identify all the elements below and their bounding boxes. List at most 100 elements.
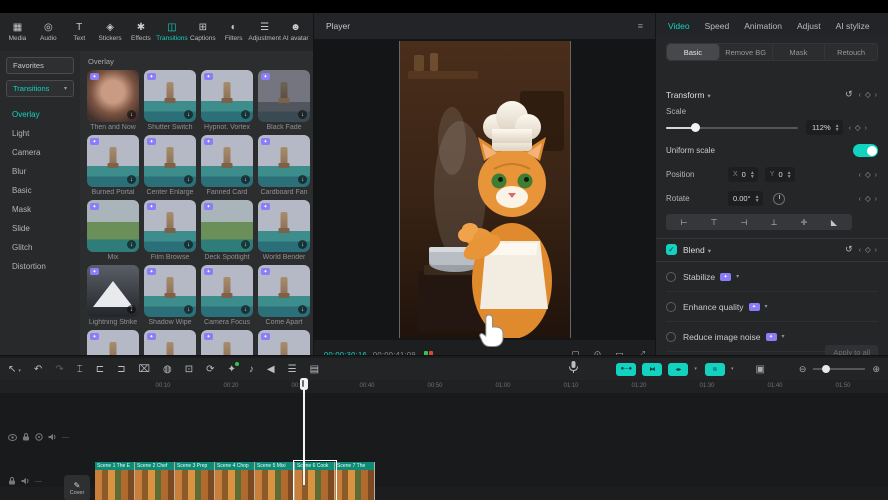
split-icon[interactable]: ⌶ (77, 364, 83, 375)
subtab-mask[interactable]: Mask (773, 44, 826, 60)
position-x-input[interactable]: X 0 ▲▼ (728, 167, 758, 182)
transition-item-hypnot-vortex[interactable]: ✦↓Hypnot. Vortex (201, 70, 253, 131)
mixer-icon[interactable]: ☰ (288, 364, 297, 375)
align-icon-3[interactable]: ⊣ (730, 218, 758, 227)
toolbar-item-text[interactable]: TText (64, 22, 95, 42)
align-icon-1[interactable]: ⊢ (670, 218, 698, 227)
transition-item-lightning-strike[interactable]: ✦↓Lightning Strike (87, 265, 139, 326)
rotate-input[interactable]: 0.00° ▲▼ (728, 191, 763, 206)
hide-track-icon[interactable] (8, 434, 17, 441)
video-preview[interactable] (399, 41, 571, 338)
blend-keyframe[interactable]: ‹ ◇ › (859, 245, 878, 254)
sidebar-item-distortion[interactable]: Distortion (0, 257, 80, 276)
keyframe-control[interactable]: ‹ ◇ › (859, 90, 878, 99)
playhead[interactable] (303, 378, 305, 485)
timeline-clip-scene-2-chef[interactable]: Scene 2 Chef (135, 462, 175, 500)
transition-item-world-bender[interactable]: ✦↓World Bender (258, 200, 310, 261)
transition-item-black-fade[interactable]: ✦↓Black Fade (258, 70, 310, 131)
sidebar-item-light[interactable]: Light (0, 124, 80, 143)
toolbar-item-audio[interactable]: ◎Audio (33, 22, 64, 42)
zoom-in-icon[interactable]: ⊕ (872, 364, 880, 375)
trim-left-icon[interactable]: ⊏ (96, 364, 104, 375)
scale-value-box[interactable]: 112% ▲▼ (806, 120, 843, 135)
trim-right-icon[interactable]: ⊐ (117, 364, 125, 375)
mute-track-icon[interactable] (21, 477, 30, 485)
select-tool-icon[interactable]: ↖▾ (8, 364, 21, 375)
timeline-clip-scene-3-prep[interactable]: Scene 3 Prep (175, 462, 215, 500)
toolbar-item-adjustment[interactable]: ☰Adjustment (249, 22, 280, 42)
speed-ramp-icon[interactable]: ≋ (705, 363, 725, 376)
rotate-dial[interactable] (773, 193, 785, 205)
lock-track-icon[interactable] (8, 477, 16, 485)
subtab-remove-bg[interactable]: Remove BG (720, 44, 773, 60)
transition-item-then-and-now[interactable]: ✦↓Then and Now (87, 70, 139, 131)
zoom-out-icon[interactable]: ⊖ (799, 364, 807, 375)
transition-item-center-enlarge[interactable]: ✦↓Center Enlarge (144, 135, 196, 196)
transition-item-camera-focus[interactable]: ✦↓Camera Focus (201, 265, 253, 326)
uniform-scale-toggle[interactable] (853, 144, 878, 157)
align-icon-4[interactable]: ⊥ (760, 218, 788, 227)
timeline-clip-scene-5-mixi[interactable]: Scene 5 Mixi (255, 462, 295, 500)
transition-item-cardboard-fan[interactable]: ✦↓Cardboard Fan (258, 135, 310, 196)
tab-adjust[interactable]: Adjust (797, 21, 821, 31)
chevron-down-icon[interactable]: ▾ (694, 366, 697, 372)
blend-reset-icon[interactable]: ↺ (845, 244, 853, 255)
timeline-clip-scene-1-the-e[interactable]: Scene 1 The E (95, 462, 135, 500)
section-checkbox[interactable] (666, 272, 676, 282)
undo-icon[interactable]: ↶ (34, 364, 42, 375)
toolbar-item-media[interactable]: ▦Media (2, 22, 33, 42)
shortcut-icon[interactable]: ▤ (310, 364, 319, 375)
ai-magic-icon[interactable]: ✦ (228, 364, 236, 375)
transition-item-deck-spotlight[interactable]: ✦↓Deck Spotlight (201, 200, 253, 261)
timeline-clip-scene-7-the[interactable]: Scene 7 The (335, 462, 375, 500)
sidebar-item-mask[interactable]: Mask (0, 200, 80, 219)
transition-item-shutter-switch[interactable]: ✦↓Shutter Switch (144, 70, 196, 131)
sidebar-item-blur[interactable]: Blur (0, 162, 80, 181)
extract-audio-icon[interactable]: ♪ (249, 364, 254, 375)
link-clips-icon[interactable]: ⧓ (642, 363, 662, 376)
sidebar-item-basic[interactable]: Basic (0, 181, 80, 200)
position-keyframe[interactable]: ‹ ◇ › (859, 170, 878, 179)
scale-slider[interactable] (666, 123, 798, 133)
mask-icon[interactable]: ◍ (163, 364, 172, 375)
scale-keyframe[interactable]: ‹ ◇ › (849, 123, 868, 132)
toolbar-item-effects[interactable]: ✱Effects (126, 22, 157, 42)
toolbar-item-stickers[interactable]: ◈Stickers (95, 22, 126, 42)
category-dropdown[interactable]: Transitions ▾ (6, 80, 74, 97)
transition-item-burned-portal[interactable]: ✦↓Burned Portal (87, 135, 139, 196)
tab-speed[interactable]: Speed (705, 21, 730, 31)
scale-stepper[interactable]: ▲▼ (835, 124, 840, 132)
delete-icon[interactable]: ⌧ (138, 364, 150, 375)
microphone-icon[interactable] (569, 360, 578, 378)
section-checkbox[interactable] (666, 302, 676, 312)
blend-checkbox[interactable]: ✓ (666, 244, 677, 255)
sidebar-item-glitch[interactable]: Glitch (0, 238, 80, 257)
transition-item-come-apart[interactable]: ✦↓Come Apart (258, 265, 310, 326)
toolbar-item-filters[interactable]: ◐Filters (218, 22, 249, 42)
subtab-basic[interactable]: Basic (667, 44, 720, 60)
transition-item-film-browse[interactable]: ✦↓Film Browse (144, 200, 196, 261)
loop-icon[interactable]: ⟳ (206, 364, 214, 375)
sidebar-item-overlay[interactable]: Overlay (0, 105, 80, 124)
volume-icon[interactable]: ◀ (267, 364, 275, 375)
sidebar-item-camera[interactable]: Camera (0, 143, 80, 162)
device-preview-icon[interactable]: ▣ (755, 364, 764, 375)
transition-item-mix[interactable]: ✦↓Mix (87, 200, 139, 261)
align-icon-5[interactable]: ✛ (790, 218, 818, 227)
toolbar-item-transitions[interactable]: ◫Transitions (156, 22, 187, 42)
toolbar-item-captions[interactable]: ⊞Captions (187, 22, 218, 42)
cover-track-icon[interactable] (35, 433, 43, 441)
scale-slider-knob[interactable] (691, 123, 700, 132)
cover-button[interactable]: ✎ Cover (64, 475, 90, 500)
tab-video[interactable]: Video (668, 21, 690, 31)
chevron-down-icon[interactable]: ▾ (736, 273, 739, 280)
crop-icon[interactable]: ⊡ (185, 364, 193, 375)
player-menu-icon[interactable]: ≡ (638, 21, 643, 31)
chevron-down-icon[interactable]: ▾ (765, 303, 768, 310)
lock-track-icon[interactable] (22, 433, 30, 441)
transition-item-fanned-card[interactable]: ✦↓Fanned Card (201, 135, 253, 196)
transition-item-shadow-wipe[interactable]: ✦↓Shadow Wipe (144, 265, 196, 326)
timeline-ruler[interactable]: 00:1000:2000:3000:4000:5001:0001:1001:20… (0, 380, 888, 393)
favorites-button[interactable]: Favorites (6, 57, 74, 74)
toolbar-item-ai-avatar[interactable]: ☻AI avatar (280, 22, 311, 42)
